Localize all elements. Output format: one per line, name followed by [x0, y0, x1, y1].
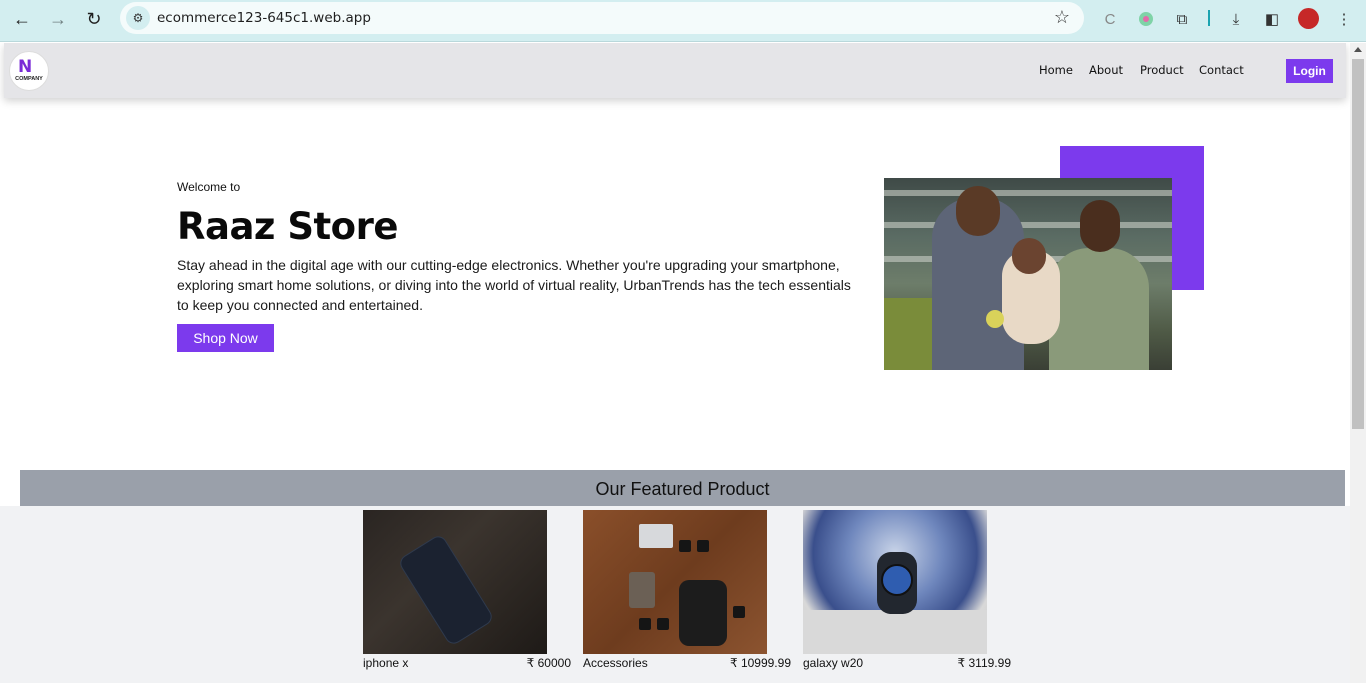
- hero-eyebrow: Welcome to: [177, 180, 241, 194]
- nav-home[interactable]: Home: [1039, 63, 1073, 77]
- product-price: ₹ 60000: [526, 656, 571, 670]
- page-scrollbar[interactable]: [1350, 43, 1366, 683]
- login-button[interactable]: Login: [1286, 59, 1333, 83]
- scrollbar-thumb[interactable]: [1352, 59, 1364, 429]
- kebab-menu-icon[interactable]: ⋮: [1333, 8, 1355, 30]
- company-logo[interactable]: N COMPANY: [9, 51, 49, 91]
- hero-image: [884, 178, 1172, 370]
- shop-now-button[interactable]: Shop Now: [177, 324, 274, 352]
- back-arrow-icon[interactable]: ←: [9, 6, 35, 32]
- address-bar[interactable]: ⚙ ecommerce123-645c1.web.app ☆: [120, 2, 1084, 34]
- site-settings-icon[interactable]: ⚙: [126, 6, 150, 30]
- product-image[interactable]: [803, 510, 987, 654]
- sidepanel-icon[interactable]: ◧: [1261, 8, 1283, 30]
- product-price: ₹ 3119.99: [957, 656, 1011, 670]
- hero-title: Raaz Store: [177, 205, 398, 248]
- web-page: N COMPANY Home About Product Contact Log…: [0, 43, 1350, 683]
- url-text[interactable]: ecommerce123-645c1.web.app: [157, 10, 371, 26]
- toolbar-divider: [1208, 10, 1210, 26]
- product-card[interactable]: iphone x ₹ 60000: [363, 510, 571, 680]
- reload-icon[interactable]: ↻: [81, 6, 107, 32]
- product-card[interactable]: Accessories ₹ 10999.99: [583, 510, 791, 680]
- nav-about[interactable]: About: [1089, 63, 1123, 77]
- product-name: Accessories: [583, 656, 648, 670]
- product-image[interactable]: [583, 510, 767, 654]
- scroll-up-arrow-icon[interactable]: [1354, 47, 1362, 52]
- hero-description: Stay ahead in the digital age with our c…: [177, 257, 851, 313]
- extension-icon[interactable]: [1135, 8, 1157, 30]
- product-card[interactable]: galaxy w20 ₹ 3119.99: [803, 510, 1011, 680]
- download-icon[interactable]: ⤓: [1225, 8, 1247, 30]
- product-name: iphone x: [363, 656, 409, 670]
- bookmark-star-icon[interactable]: ☆: [1054, 7, 1070, 28]
- puzzle-icon[interactable]: ⧉: [1171, 8, 1193, 30]
- logo-word: COMPANY: [15, 76, 43, 82]
- product-price: ₹ 10999.99: [729, 656, 791, 670]
- nav-contact[interactable]: Contact: [1199, 63, 1244, 77]
- profile-avatar[interactable]: [1298, 8, 1319, 29]
- nav-product[interactable]: Product: [1140, 63, 1184, 77]
- browser-toolbar: ← → ↻ ⚙ ecommerce123-645c1.web.app ☆ C ⧉…: [0, 0, 1366, 42]
- logo-mark: N: [18, 57, 33, 77]
- featured-title: Our Featured Product: [595, 479, 770, 499]
- featured-header: Our Featured Product: [20, 470, 1345, 506]
- extension-icon[interactable]: C: [1099, 8, 1121, 30]
- product-image[interactable]: [363, 510, 547, 654]
- forward-arrow-icon[interactable]: →: [45, 6, 71, 32]
- site-navbar: N COMPANY Home About Product Contact Log…: [4, 43, 1346, 98]
- product-name: galaxy w20: [803, 656, 864, 670]
